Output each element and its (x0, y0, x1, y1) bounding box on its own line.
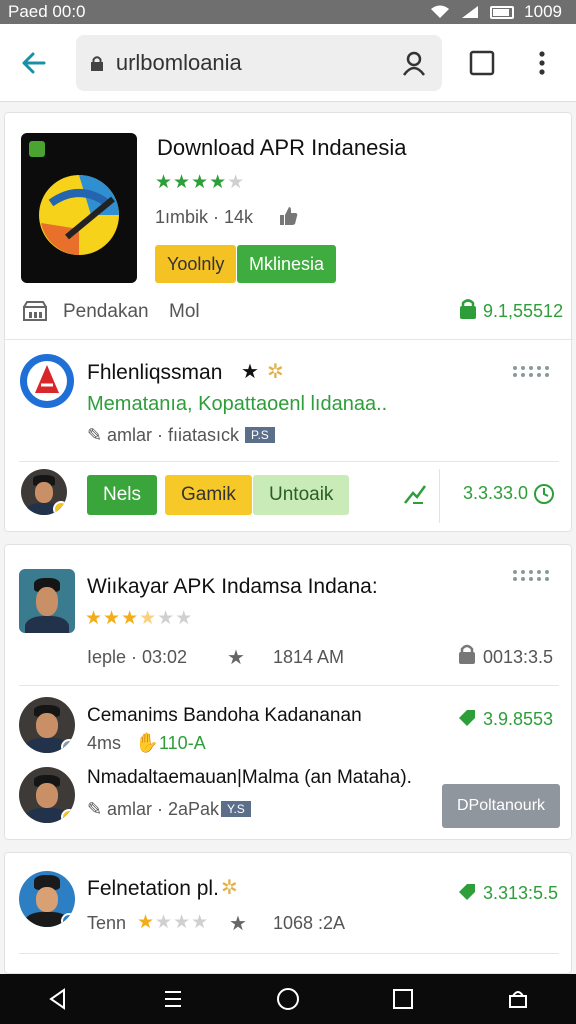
hand-icon: ✋ (135, 733, 159, 754)
overflow-menu-button[interactable] (522, 43, 562, 83)
status-time: Paed 00:0 (8, 2, 86, 21)
lock-icon (459, 644, 475, 664)
thumbs-up-icon[interactable] (277, 205, 299, 227)
item-description: Mematanıa, Kopattaoenl lıdanaa.. (87, 393, 388, 415)
action-button-2[interactable]: Gamik (165, 475, 252, 515)
meta-right: 0013:3.5 (483, 647, 554, 667)
rating-stars: ★★★★★★ (85, 608, 194, 629)
url-bar[interactable]: urlbomloania (75, 34, 443, 91)
more-dots-icon[interactable] (511, 569, 551, 581)
row1-right: 3.9.8553 (483, 709, 554, 729)
user-avatar[interactable] (19, 871, 75, 927)
meta-time: 1814 AM (273, 647, 345, 667)
row2-title[interactable]: Nmadaltaemauan|Malma (an Mataha). (87, 767, 412, 789)
nav-menu-icon (164, 991, 181, 1007)
rating-stars: ★★★★ (137, 912, 210, 933)
battery-icon (490, 5, 515, 19)
row1-meta: 4ms (87, 733, 122, 753)
action-button-1[interactable]: Nels (87, 475, 158, 515)
signal-icon (462, 6, 479, 18)
tag-icon (459, 884, 475, 900)
row2-meta-badge: Y.S (221, 801, 251, 817)
divider (19, 953, 559, 954)
app-title[interactable]: Download APR Indanesia (157, 135, 407, 161)
more-vert-icon (539, 50, 545, 75)
tag-yellow[interactable]: Yoolnly (155, 245, 237, 283)
item-meta: amlar · fıiatasıck (107, 425, 240, 445)
badge-icon (61, 739, 75, 753)
tag-green[interactable]: Mklinesia (237, 245, 337, 283)
vertical-divider (439, 469, 440, 523)
row1-tag: 110-A (159, 733, 206, 753)
meta-left: Tenn (87, 913, 127, 933)
tag-icon (459, 710, 475, 726)
wifi-icon (431, 5, 450, 18)
sparkle-icon: ✲ (221, 877, 238, 899)
nav-rotate-button[interactable] (498, 979, 538, 1019)
status-clock: 1009 (524, 2, 562, 21)
url-text[interactable]: urlbomloania (116, 50, 401, 76)
nav-menu-button[interactable] (153, 979, 193, 1019)
footer-left-label: Pendakan (63, 301, 149, 322)
footer-left-label-2: Mol (169, 301, 200, 322)
meta-left: Ieple · 03:02 (87, 647, 188, 667)
star-icon: ★ (229, 913, 247, 935)
row1-title[interactable]: Cemanims Bandoha Kadananan (87, 705, 362, 727)
lock-badge-icon (460, 299, 476, 319)
nav-back-button[interactable] (38, 979, 78, 1019)
edit-icon: ✎ (87, 799, 103, 819)
lock-icon (90, 55, 103, 71)
browser-toolbar: urlbomloania (0, 24, 576, 102)
star-icon: ★ (227, 647, 245, 669)
back-arrow-icon (22, 52, 46, 73)
clock-icon (534, 484, 554, 504)
app-title[interactable]: Wiıkayar APK Indamsa Indana: (87, 575, 378, 599)
item-title[interactable]: Fhlenliqssman (87, 361, 222, 385)
item-logo-icon[interactable] (19, 353, 75, 409)
account-icon[interactable] (400, 49, 428, 77)
divider (19, 685, 559, 686)
tabs-button[interactable] (462, 43, 502, 83)
nav-home-icon (276, 988, 299, 1010)
rating-stars: ★★★★★ (155, 172, 246, 193)
floating-action-button[interactable]: DPoltanourk (442, 784, 560, 828)
edit-icon: ✎ (87, 425, 103, 445)
divider (19, 461, 559, 462)
user-avatar[interactable] (19, 697, 75, 753)
trend-icon[interactable] (403, 483, 427, 507)
nav-rotate-icon (509, 991, 528, 1008)
publisher-avatar[interactable] (19, 569, 75, 633)
verified-badge-icon (53, 501, 67, 515)
sparkle-icon: ✲ (267, 361, 284, 383)
badge-icon (61, 809, 75, 823)
action-count: 3.3.33.0 (463, 483, 529, 503)
status-bar: Paed 00:0 1009 (0, 0, 576, 24)
star-icon: ★ (241, 361, 259, 383)
footer-right-value: 9.1,55512 (483, 301, 564, 321)
right-value: 3.313:5.5 (483, 883, 559, 903)
nav-home-button[interactable] (268, 979, 308, 1019)
meta-time: 1068 :2A (273, 913, 346, 933)
system-nav-bar (0, 974, 576, 1024)
app-badge-icon (29, 141, 45, 157)
user-avatar[interactable] (21, 469, 67, 515)
nav-back-icon (48, 988, 65, 1010)
more-dots-icon[interactable] (511, 365, 551, 377)
item-meta-badge: P.S (245, 427, 275, 443)
row2-meta: amlar · 2aPak (107, 799, 220, 819)
back-button[interactable] (14, 43, 54, 83)
tabs-icon (470, 50, 495, 75)
verified-badge-icon (61, 913, 75, 927)
action-button-3[interactable]: Untoaik (253, 475, 350, 515)
nav-recents-button[interactable] (383, 979, 423, 1019)
app-meta: 1ımbik · 14k (155, 207, 254, 227)
app-card-download[interactable]: Download APR Indanesia ★★★★★ 1ımbik · 14… (4, 112, 573, 532)
nav-recents-icon (393, 989, 414, 1009)
app-icon[interactable] (21, 133, 137, 283)
store-icon (23, 301, 47, 321)
app-title[interactable]: Felnetation pl. (87, 877, 219, 901)
app-card-felnetation[interactable]: Felnetation pl. ✲ Tenn ★★★★ ★ 1068 :2A 3… (4, 852, 572, 974)
divider (5, 339, 573, 340)
user-avatar[interactable] (19, 767, 75, 823)
